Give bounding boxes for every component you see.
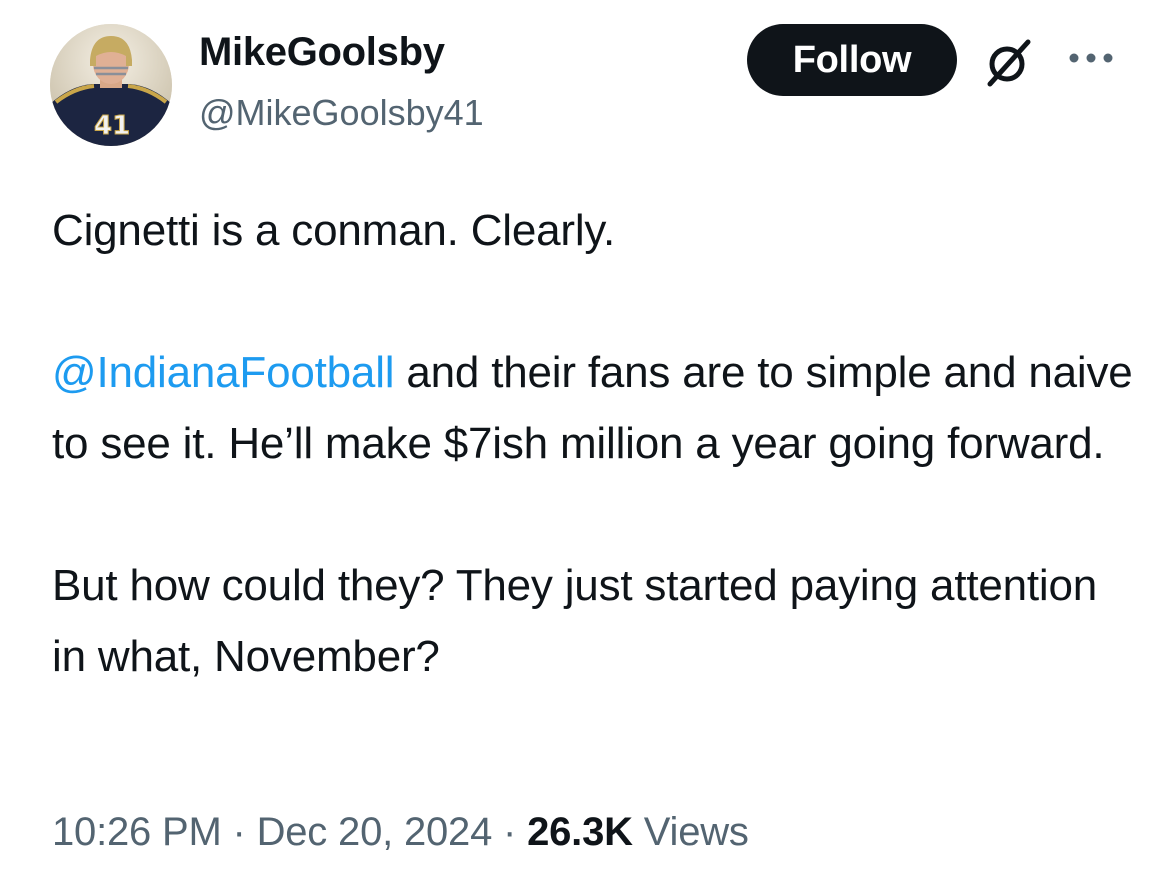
tweet-meta: 10:26 PM · Dec 20, 2024 · 26.3K Views	[52, 810, 749, 855]
grok-slash-icon[interactable]	[980, 36, 1038, 88]
views-count[interactable]: 26.3K	[527, 810, 633, 854]
tweet-date[interactable]: Dec 20, 2024	[257, 810, 493, 854]
avatar-jersey-number: 41	[94, 111, 130, 141]
avatar-image: 41	[50, 24, 172, 146]
tweet-paragraph-2: @IndianaFootball and their fans are to s…	[52, 337, 1142, 479]
user-handle[interactable]: @MikeGoolsby41	[199, 92, 484, 134]
mention-link[interactable]: @IndianaFootball	[52, 348, 395, 397]
meta-separator: ·	[221, 810, 257, 854]
follow-button[interactable]: Follow	[747, 24, 957, 96]
tweet-time[interactable]: 10:26 PM	[52, 810, 222, 854]
meta-separator: ·	[492, 810, 528, 854]
tweet-paragraph-3: But how could they? They just started pa…	[52, 561, 1098, 681]
tweet-text: Cignetti is a conman. Clearly. @IndianaF…	[52, 195, 1142, 692]
tweet-paragraph-1: Cignetti is a conman. Clearly.	[52, 206, 615, 255]
avatar[interactable]: 41	[50, 24, 172, 146]
display-name[interactable]: MikeGoolsby	[199, 30, 445, 75]
views-label: Views	[632, 810, 749, 854]
tweet-card: 41 MikeGoolsby @MikeGoolsby41 Follow Cig…	[0, 0, 1169, 885]
more-dots-icon[interactable]	[1066, 48, 1116, 68]
